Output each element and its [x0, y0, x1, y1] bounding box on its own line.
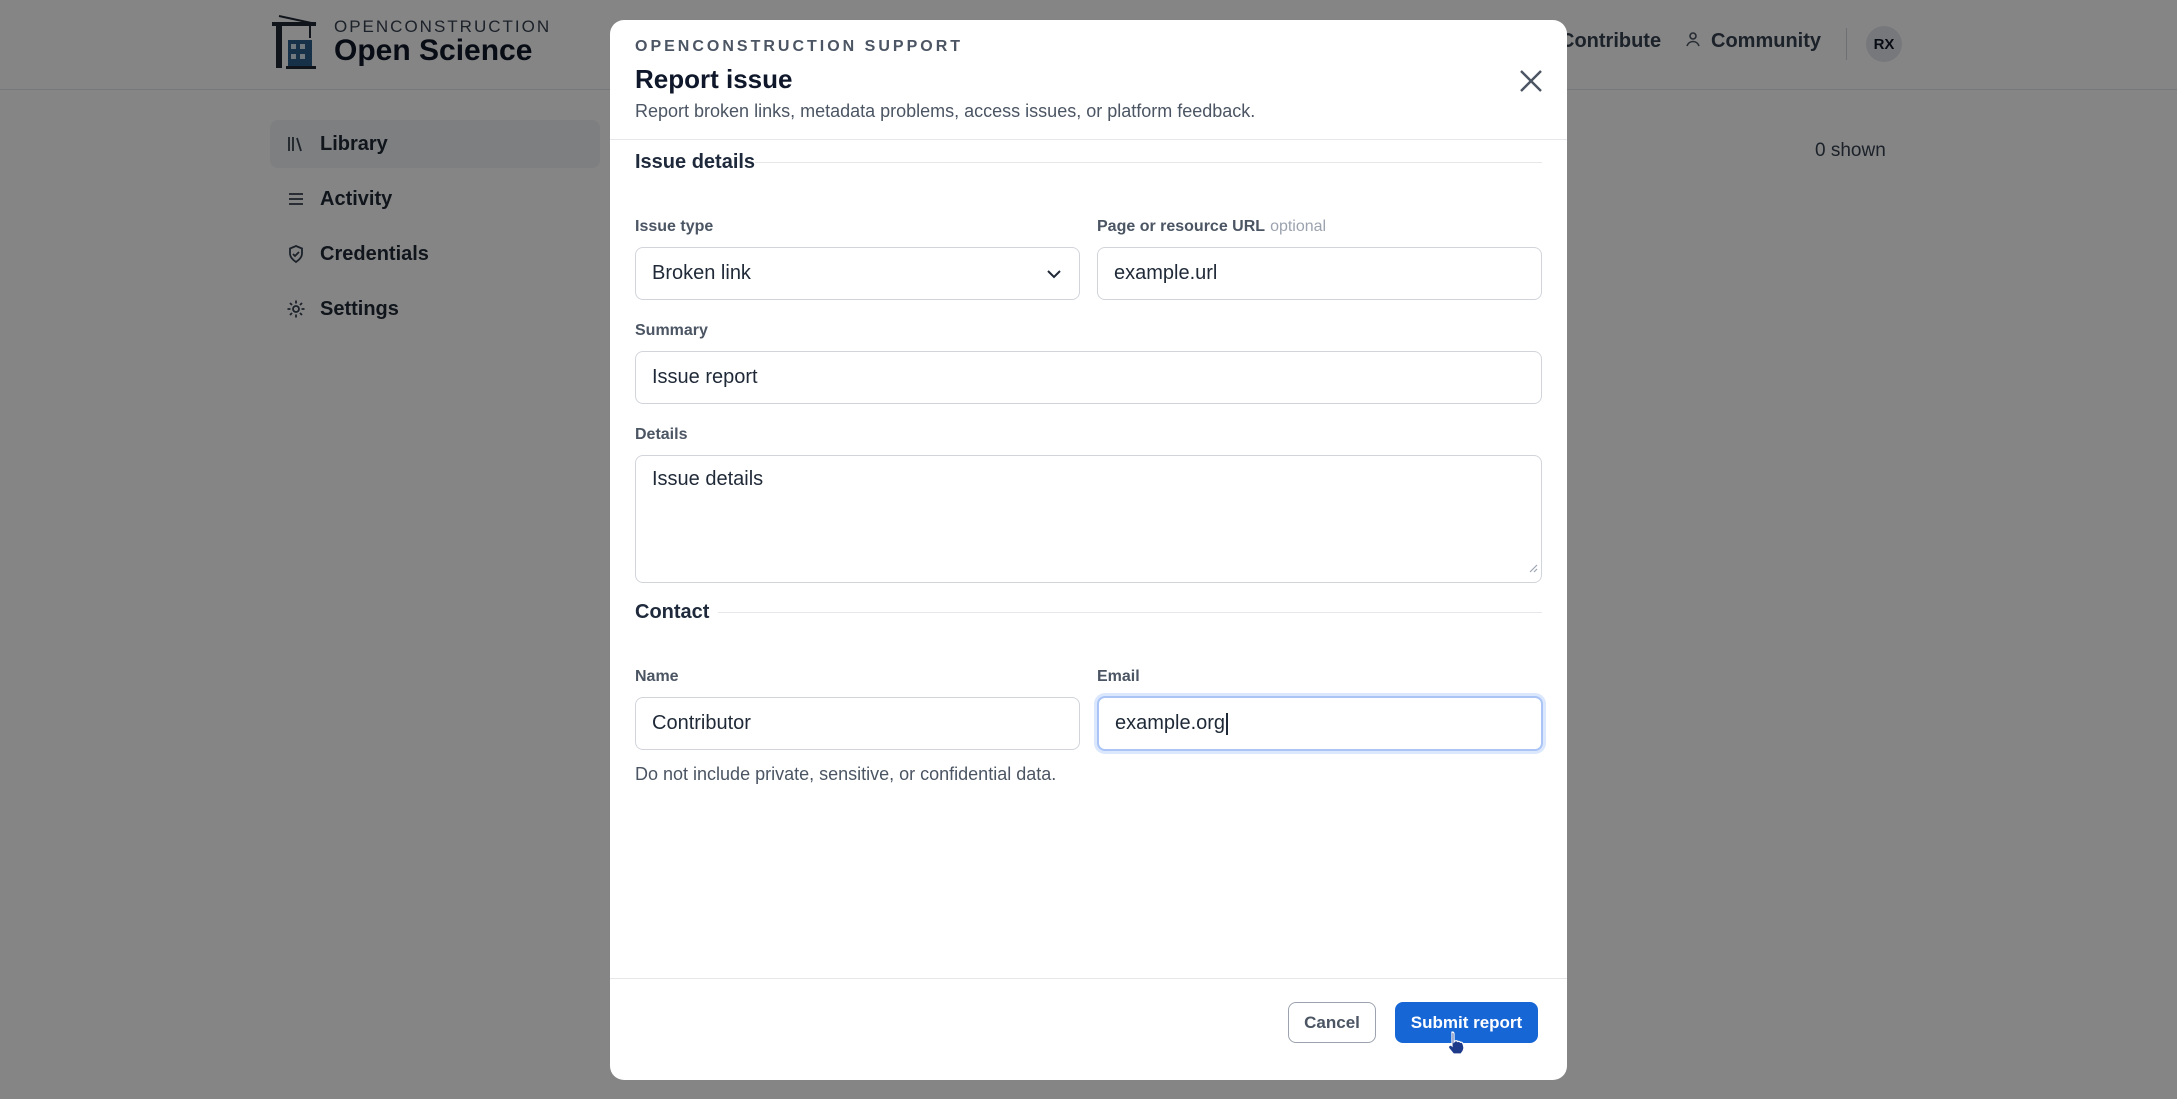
url-label: Page or resource URL optional: [1097, 218, 1326, 236]
dialog-footer-divider: [610, 978, 1567, 979]
resize-handle-icon[interactable]: [1528, 556, 1538, 579]
email-value: example.org: [1115, 712, 1226, 734]
issue-type-label: Issue type: [635, 218, 714, 235]
dialog-title: Report issue: [635, 64, 793, 94]
privacy-note: Do not include private, sensitive, or co…: [635, 764, 1057, 784]
url-input[interactable]: example.url: [1097, 247, 1542, 300]
url-value: example.url: [1114, 262, 1218, 284]
close-icon: [1520, 70, 1542, 92]
email-input[interactable]: example.org: [1097, 696, 1543, 751]
section-divider: [718, 612, 1542, 613]
chevron-down-icon: [1045, 265, 1063, 289]
name-label: Name: [635, 668, 679, 685]
hand-pointer-cursor-icon: [1446, 1030, 1468, 1061]
optional-hint: optional: [1270, 218, 1327, 235]
section-divider: [755, 162, 1542, 163]
email-label: Email: [1097, 668, 1140, 685]
dialog-eyebrow: OPENCONSTRUCTION SUPPORT: [635, 38, 964, 55]
name-input[interactable]: Contributor: [635, 697, 1080, 750]
report-issue-dialog: OPENCONSTRUCTION SUPPORT Report issue Re…: [610, 20, 1567, 1080]
summary-input[interactable]: Issue report: [635, 351, 1542, 404]
issue-type-value: Broken link: [652, 262, 751, 284]
details-value: Issue details: [652, 468, 764, 490]
dialog-header: OPENCONSTRUCTION SUPPORT Report issue Re…: [610, 20, 1567, 140]
close-button[interactable]: [1516, 66, 1546, 96]
dialog-subtitle: Report broken links, metadata problems, …: [635, 101, 1256, 121]
summary-label: Summary: [635, 322, 708, 339]
section-contact: Contact: [635, 601, 710, 623]
name-value: Contributor: [652, 712, 751, 734]
text-caret: [1226, 712, 1229, 735]
summary-value: Issue report: [652, 366, 758, 388]
details-label: Details: [635, 426, 688, 443]
url-label-text: Page or resource URL: [1097, 218, 1266, 235]
issue-type-select[interactable]: Broken link: [635, 247, 1080, 300]
details-textarea[interactable]: Issue details: [635, 455, 1542, 583]
section-issue-details: Issue details: [635, 151, 756, 173]
cancel-button[interactable]: Cancel: [1288, 1002, 1376, 1043]
